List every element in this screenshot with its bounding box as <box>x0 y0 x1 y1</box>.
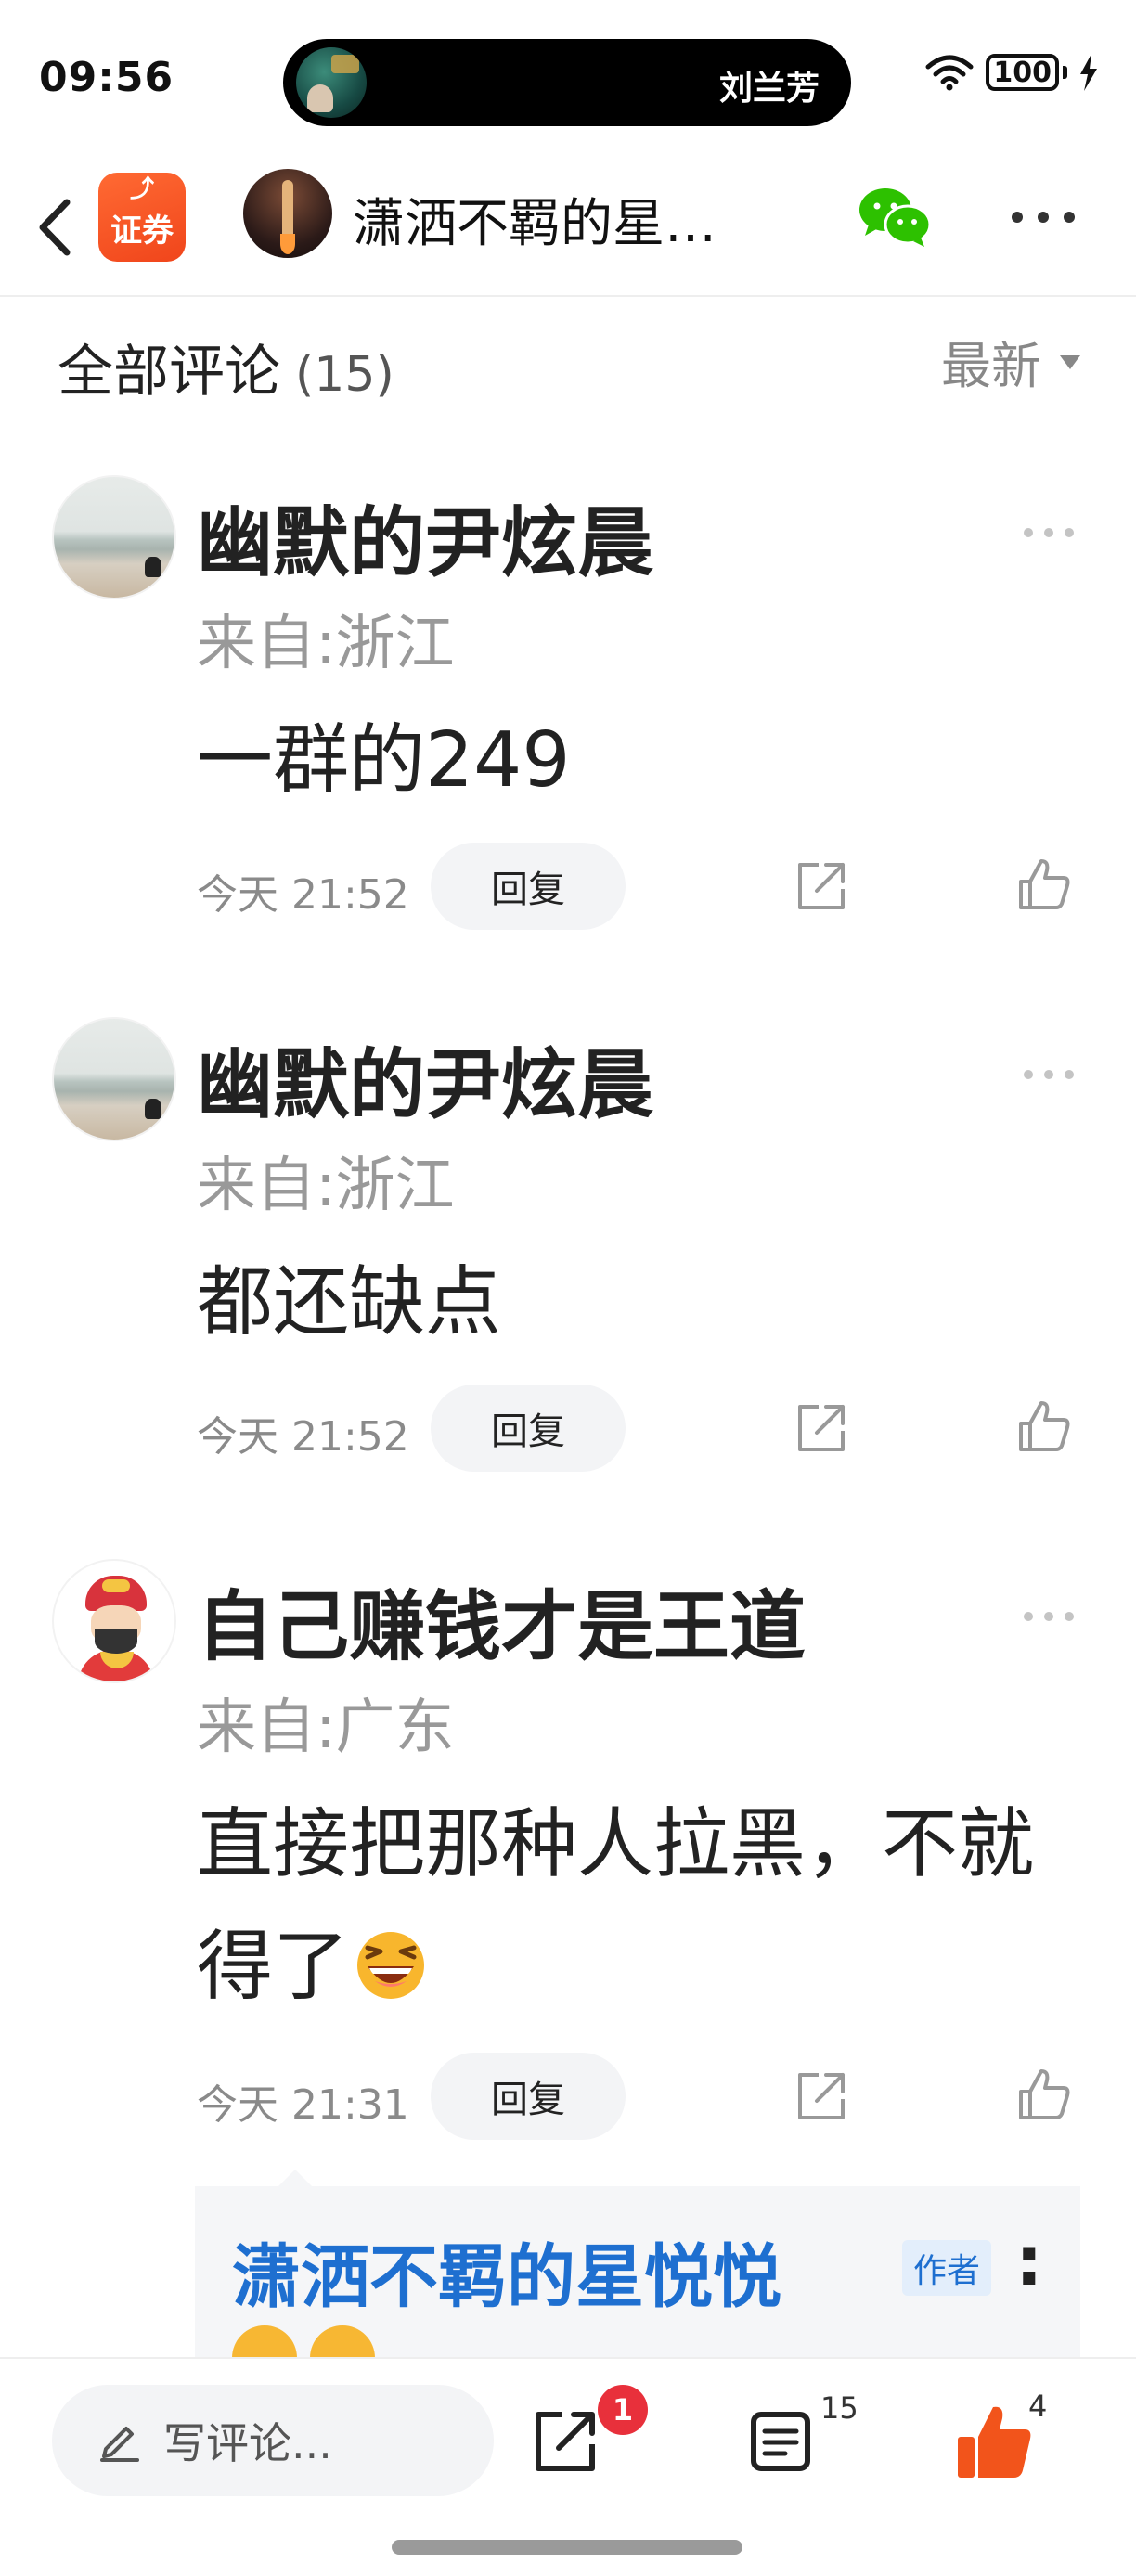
comment-text: 都还缺点 <box>197 1258 502 1346</box>
comment-more-icon[interactable] <box>1021 1067 1077 1082</box>
battery-indicator: 100 <box>986 54 1067 91</box>
reply-button[interactable]: 回复 <box>431 1385 626 1472</box>
share-icon[interactable] <box>533 2407 600 2474</box>
comment-more-icon[interactable] <box>1021 525 1077 540</box>
share-icon[interactable] <box>794 859 848 913</box>
comment-count: (15) <box>295 347 394 403</box>
comment-more-icon[interactable] <box>1021 1609 1077 1624</box>
home-indicator[interactable] <box>392 2540 742 2555</box>
comments-list-icon[interactable] <box>748 2409 813 2474</box>
reply-button[interactable]: 回复 <box>431 843 626 930</box>
dynamic-island[interactable]: 刘兰芳 <box>283 39 851 126</box>
commenter-avatar[interactable] <box>52 1559 176 1683</box>
wifi-icon <box>925 55 974 91</box>
commenter-avatar[interactable] <box>52 1017 176 1141</box>
back-arrow-icon[interactable] <box>28 186 84 269</box>
chart-arrow-icon: ⤴ <box>129 175 154 203</box>
commenter-name[interactable]: 幽默的尹炫晨 <box>197 481 653 591</box>
island-title: 刘兰芳 <box>718 70 820 108</box>
comment-text: 一群的249 <box>197 716 571 805</box>
bottom-action-bar: 写评论... 1 15 4 <box>0 2357 1136 2576</box>
wechat-share-icon[interactable] <box>856 184 934 249</box>
charging-bolt-icon <box>1080 54 1097 91</box>
commenter-location: 来自:浙江 <box>197 1152 455 1220</box>
reply-author-name[interactable]: 潇洒不羁的星悦悦 <box>232 2222 781 2321</box>
reply-box-pointer <box>278 2170 312 2186</box>
commenter-name[interactable]: 幽默的尹炫晨 <box>197 1023 653 1133</box>
commenter-avatar[interactable] <box>52 475 176 599</box>
all-comments-title: 全部评论 <box>58 340 280 405</box>
author-avatar[interactable] <box>243 169 332 258</box>
share-icon[interactable] <box>794 1401 848 1455</box>
comment-text: 直接把那种人拉黑，不就得了 <box>197 1784 1088 2029</box>
securities-app-logo[interactable]: ⤴ 证券 <box>98 173 186 262</box>
author-name[interactable]: 潇洒不羁的星… <box>353 182 789 257</box>
sort-label: 最新 <box>941 337 1041 395</box>
sort-dropdown[interactable]: 最新 <box>941 325 1082 398</box>
status-icons: 100 <box>924 54 1099 91</box>
pen-icon <box>100 2427 139 2462</box>
comment-time: 今天 21:52 <box>197 871 409 919</box>
top-nav-bar: ⤴ 证券 潇洒不羁的星… <box>0 158 1136 297</box>
comment-text-content: 直接把那种人拉黑，不就得了 <box>197 1800 1035 2011</box>
commenter-name[interactable]: 自己赚钱才是王道 <box>197 1565 806 1675</box>
thumbs-up-icon[interactable] <box>1017 2067 1071 2121</box>
like-count: 4 <box>1028 2389 1048 2424</box>
island-album-art <box>296 47 367 118</box>
all-comments-heading: 全部评论 (15) <box>58 327 394 407</box>
app-logo-label: 证券 <box>110 213 174 250</box>
reply-colon: : <box>1015 2222 1043 2301</box>
commenter-location: 来自:广东 <box>197 1694 455 1762</box>
caret-down-icon <box>1060 354 1080 369</box>
commenter-location: 来自:浙江 <box>197 610 455 678</box>
more-options-icon[interactable] <box>1008 206 1078 228</box>
status-bar: 09:56 刘兰芳 100 <box>0 0 1136 158</box>
author-badge: 作者 <box>902 2240 992 2296</box>
reply-button[interactable]: 回复 <box>431 2053 626 2140</box>
battery-level: 100 <box>986 54 1059 91</box>
reply-thread-box[interactable]: 潇洒不羁的星悦悦 作者 : <box>195 2186 1080 2390</box>
thumbs-up-icon[interactable] <box>1017 1399 1071 1453</box>
comment-time: 今天 21:31 <box>197 2081 409 2129</box>
comments-count: 15 <box>820 2390 858 2426</box>
thumbs-up-filled-icon[interactable] <box>954 2402 1034 2481</box>
share-icon[interactable] <box>794 2069 848 2123</box>
share-notification-badge: 1 <box>598 2385 648 2435</box>
write-comment-input[interactable]: 写评论... <box>52 2385 494 2496</box>
thumbs-up-icon[interactable] <box>1017 857 1071 911</box>
comment-time: 今天 21:52 <box>197 1413 409 1461</box>
status-time: 09:56 <box>39 54 174 101</box>
laughing-emoji-icon <box>357 1932 425 1999</box>
write-comment-placeholder: 写评论... <box>163 2418 332 2468</box>
